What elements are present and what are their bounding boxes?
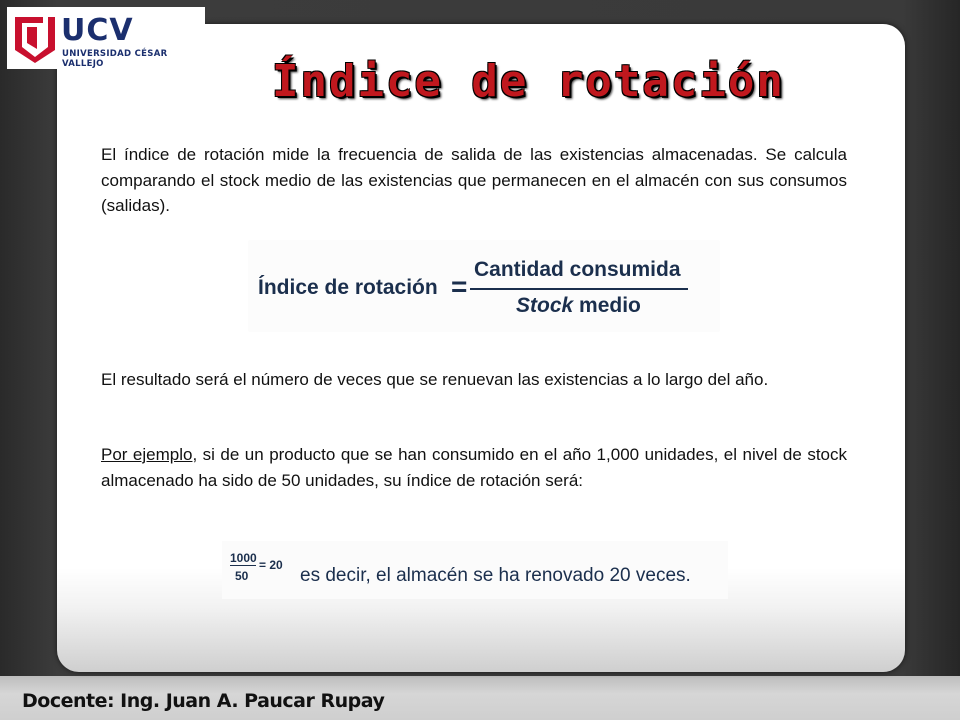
formula-image: Índice de rotación = Cantidad consumida … (248, 240, 720, 332)
example-numerator: 1000 (230, 551, 257, 565)
formula-equals: = (451, 271, 468, 302)
example-body: , si de un producto que se han consumido… (101, 445, 847, 490)
paragraph-definition: El índice de rotación mide la frecuencia… (101, 145, 847, 215)
formula-label: Índice de rotación (258, 276, 438, 299)
logo-backdrop (68, 69, 154, 102)
logo-subtitle: UNIVERSIDAD CÉSAR VALLEJO (62, 49, 168, 69)
formula-denominator-medio: medio (573, 294, 641, 317)
example-lead: Por ejemplo (101, 445, 193, 464)
example-text: es decir, el almacén se ha renovado 20 v… (300, 565, 691, 586)
footer-instructor: Docente: Ing. Juan A. Paucar Rupay (22, 690, 385, 712)
slide-title: Índice de rotación (272, 56, 785, 107)
logo-title: UCV (61, 13, 134, 48)
formula-numerator: Cantidad consumida (474, 258, 681, 281)
example-image: 1000 50 = 20 es decir, el almacén se ha … (222, 541, 728, 599)
formula-fraction-bar (470, 288, 688, 290)
example-denominator: 50 (235, 569, 249, 583)
paragraph-result: El resultado será el número de veces que… (101, 370, 769, 389)
example-fraction-bar (230, 565, 256, 566)
example-result: = 20 (259, 558, 283, 572)
university-logo: UCV UNIVERSIDAD CÉSAR VALLEJO (7, 7, 205, 69)
formula-denominator: Stock medio (516, 294, 641, 318)
formula-denominator-stock: Stock (516, 294, 574, 317)
paragraph-example: Por ejemplo, si de un producto que se ha… (101, 442, 847, 493)
ucv-shield-icon (15, 17, 55, 63)
